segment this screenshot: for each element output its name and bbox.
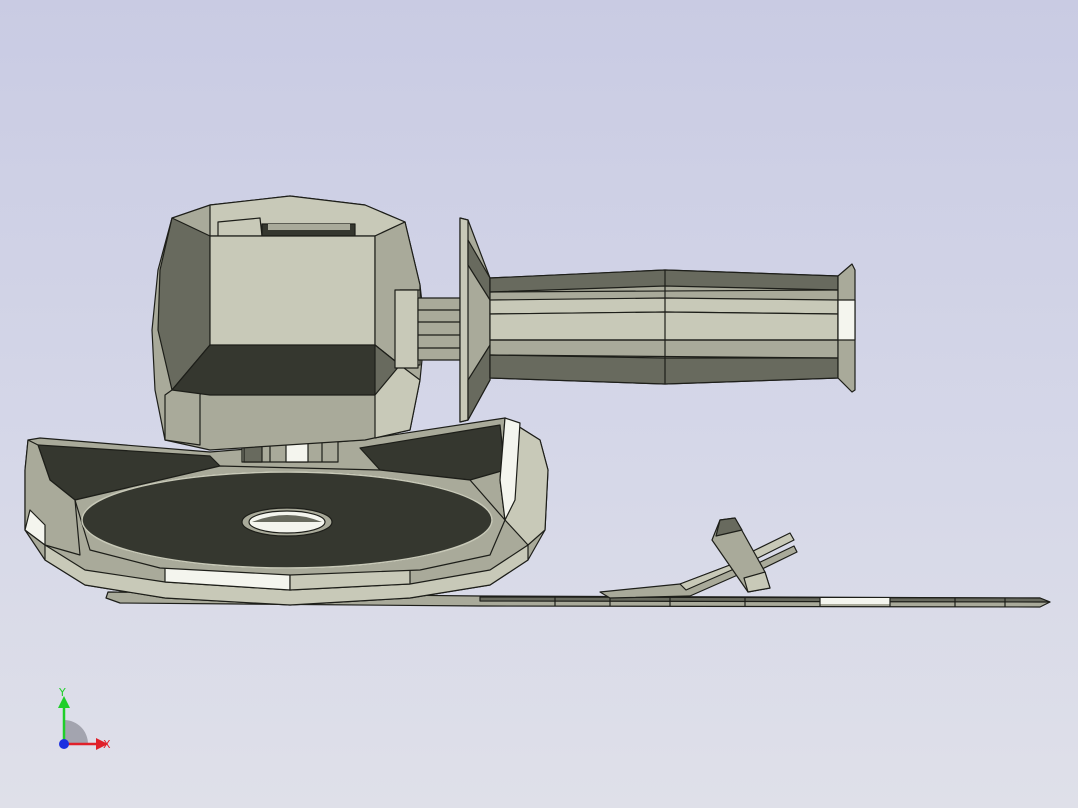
- side-handle[interactable]: [394, 217, 856, 423]
- y-axis-label: Y: [58, 686, 66, 699]
- triad-arc: [64, 720, 88, 744]
- z-axis-origin: [59, 739, 69, 749]
- axis-triad: Y X: [58, 686, 111, 751]
- x-axis-label: X: [103, 738, 111, 751]
- angle-grinder-model[interactable]: [0, 0, 1078, 808]
- cutting-disc[interactable]: [81, 471, 493, 569]
- motor-housing[interactable]: [151, 195, 426, 451]
- 3d-viewport[interactable]: Y X: [0, 0, 1078, 808]
